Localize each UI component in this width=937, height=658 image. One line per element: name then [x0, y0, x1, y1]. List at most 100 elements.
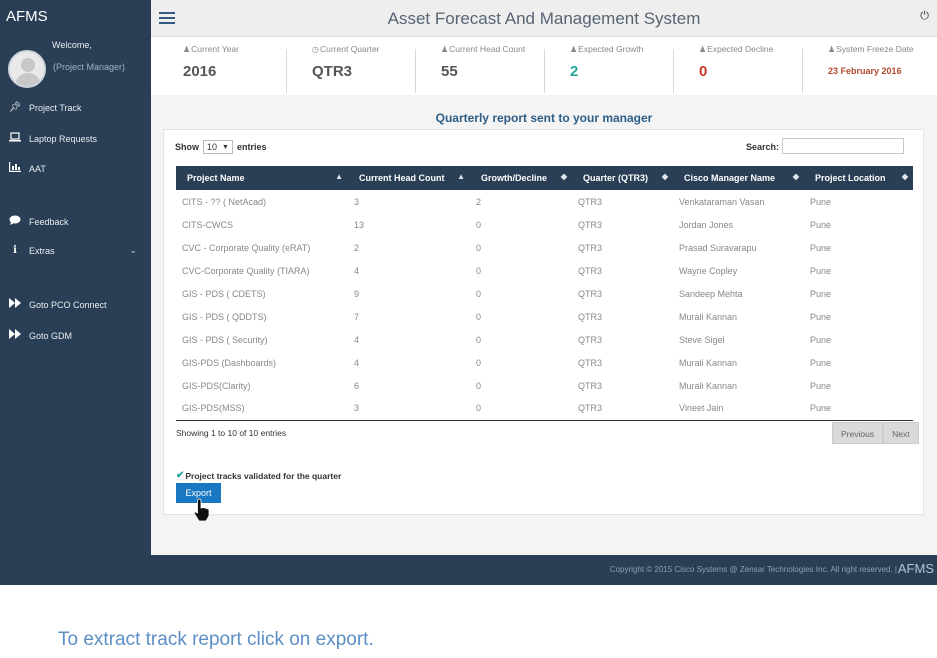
column-head-count[interactable]: Current Head Count ▲︎: [348, 166, 470, 190]
sort-icon: ◆: [661, 172, 668, 181]
avatar: [8, 50, 46, 88]
table-cell: 3: [354, 196, 360, 207]
power-icon[interactable]: ⏻: [920, 10, 929, 23]
table-cell: Murali Kannan: [679, 357, 738, 368]
table-cell: Jordan Jones: [679, 219, 734, 230]
chevron-down-icon: ⌄: [129, 245, 137, 255]
table-cell: GIS - PDS ( CDETS): [182, 288, 266, 299]
pagination: Previous Next: [832, 422, 919, 444]
table-info: Showing 1 to 10 of 10 entries: [176, 428, 287, 438]
welcome-text: Welcome,: [52, 40, 92, 50]
table-cell: 2: [476, 196, 482, 207]
sidebar-item-label: Goto GDM: [29, 330, 73, 341]
table-cell: Pune: [810, 380, 832, 391]
sort-icon: ◆: [901, 172, 908, 181]
table-cell: Pune: [810, 242, 832, 253]
sort-icon: ▲︎: [457, 172, 465, 181]
column-project-name[interactable]: Project Name ▲: [176, 166, 348, 190]
column-location[interactable]: Project Location ◆: [804, 166, 913, 190]
sidebar-item-feedback[interactable]: Feedback: [8, 215, 143, 228]
sidebar-item-label: AAT: [29, 163, 46, 174]
table-cell: Pune: [810, 311, 832, 322]
table-cell: 0: [476, 380, 482, 391]
report-title: Quarterly report sent to your manager: [435, 111, 653, 125]
table-cell: 0: [476, 357, 482, 368]
table-cell: QTR3: [578, 196, 603, 207]
brand-logo[interactable]: AFMS: [6, 8, 48, 25]
search-input[interactable]: [782, 138, 904, 154]
table-cell: QTR3: [578, 288, 603, 299]
table-cell: GIS-PDS(Clarity): [182, 380, 251, 391]
table-cell: 3: [348, 397, 470, 421]
next-button[interactable]: Next: [883, 422, 919, 444]
caret-down-icon: ▼: [222, 143, 229, 151]
table-cell: 0: [476, 334, 482, 345]
table-row: GIS - PDS ( Security) 4 0 QTR3 Steve Sigel Pu…: [176, 328, 913, 351]
table-cell: GIS - PDS ( QDDTS): [182, 311, 267, 322]
table-cell: QTR3: [578, 311, 603, 322]
table-cell: 9: [354, 288, 360, 299]
table-row: CITS-CWCS 13 0 QTR3 Jordan Jones Pune: [176, 213, 913, 236]
stat-current-quarter: ◷Current Quarter QTR3: [312, 44, 380, 80]
entries-select[interactable]: 10 ▼: [203, 140, 233, 154]
check-icon: ✔: [176, 470, 185, 481]
stat-expected-growth: ♟Expected Growth 2: [570, 44, 644, 80]
table-cell: Pune: [810, 357, 832, 368]
sidebar-item-extras[interactable]: i Extras ⌄: [8, 245, 143, 256]
instruction-caption: To extract track report click on export.: [58, 629, 374, 650]
entries-control: Show 10 ▼ entries: [175, 140, 267, 154]
search-label: Search:: [746, 142, 780, 152]
table-row: CITS - ?? ( NetAcad) 3 2 QTR3 Venkataraman V…: [176, 190, 913, 213]
sidebar-item-aat[interactable]: AAT: [8, 162, 143, 175]
table-cell: Pune: [810, 196, 832, 207]
footer-brand: AFMS: [897, 561, 934, 576]
bar-chart-icon: [8, 162, 22, 175]
table-cell: Venkataraman Vasan: [679, 196, 765, 207]
validated-message: ✔ Project tracks validated for the quart…: [176, 470, 342, 481]
table-cell: Murali Kannan: [679, 380, 738, 391]
table-cell: Pune: [810, 219, 832, 230]
table-cell: GIS-PDS (Dashboards): [182, 357, 277, 368]
table-cell: 0: [476, 265, 482, 276]
sort-asc-icon: ▲: [335, 172, 343, 181]
table-cell: GIS - PDS ( Security): [182, 334, 268, 345]
table-cell: QTR3: [578, 219, 603, 230]
table-cell: QTR3: [578, 242, 603, 253]
stat-expected-decline: ♟Expected Decline 0: [699, 44, 774, 80]
table-cell: 4: [354, 357, 360, 368]
table-cell: 4: [354, 265, 360, 276]
column-growth-decline[interactable]: Growth/Decline ◆: [470, 166, 572, 190]
stat-freeze-date: ♟System Freeze Date 23 February 2016: [828, 44, 914, 76]
copyright-text: Copyright © 2015 Cisco Systems @ Zensar …: [609, 565, 897, 574]
table-cell: 0: [470, 397, 572, 421]
table-cell: 4: [354, 334, 360, 345]
sidebar-item-pco-connect[interactable]: Goto PCO Connect: [8, 298, 143, 311]
sidebar: AFMS Welcome, (Project Manager) 📌︎ Proje…: [0, 0, 151, 585]
stat-current-year: ♟Current Year 2016: [183, 44, 239, 80]
sidebar-item-project-track[interactable]: 📌︎ Project Track: [8, 102, 143, 113]
sidebar-item-laptop-requests[interactable]: Laptop Requests: [8, 132, 143, 145]
hand-cursor-icon: [193, 498, 210, 522]
column-manager[interactable]: Cisco Manager Name ◆: [673, 166, 804, 190]
stat-head-count: ♟Current Head Count 55: [441, 44, 526, 80]
page-title: Asset Forecast And Management System: [387, 9, 701, 28]
sidebar-item-label: Goto PCO Connect: [29, 299, 107, 310]
sidebar-item-gdm[interactable]: Goto GDM: [8, 329, 143, 342]
previous-button[interactable]: Previous: [832, 422, 884, 444]
table-cell: QTR3: [578, 357, 603, 368]
sort-icon: ◆: [792, 172, 799, 181]
table-cell: Prasad Suravarapu: [679, 242, 757, 253]
user-icon: ♟: [441, 45, 449, 54]
table-cell: 0: [476, 219, 482, 230]
column-quarter[interactable]: Quarter (QTR3) ◆: [572, 166, 673, 190]
table-row: GIS-PDS(MSS) 3 0 QTR3 Vineet Jain Pune: [176, 397, 913, 421]
table-cell: Pune: [804, 397, 913, 421]
app-window: AFMS Welcome, (Project Manager) 📌︎ Proje…: [0, 0, 937, 585]
sidebar-item-label: Extras: [29, 245, 55, 256]
table-cell: Pune: [810, 265, 832, 276]
table-cell: QTR3: [572, 397, 673, 421]
fast-forward-icon: [8, 298, 22, 311]
report-panel: Show 10 ▼ entries Search: Project Name ▲ C…: [163, 129, 924, 515]
table-cell: 2: [354, 242, 360, 253]
clock-icon: ◷: [312, 45, 319, 54]
